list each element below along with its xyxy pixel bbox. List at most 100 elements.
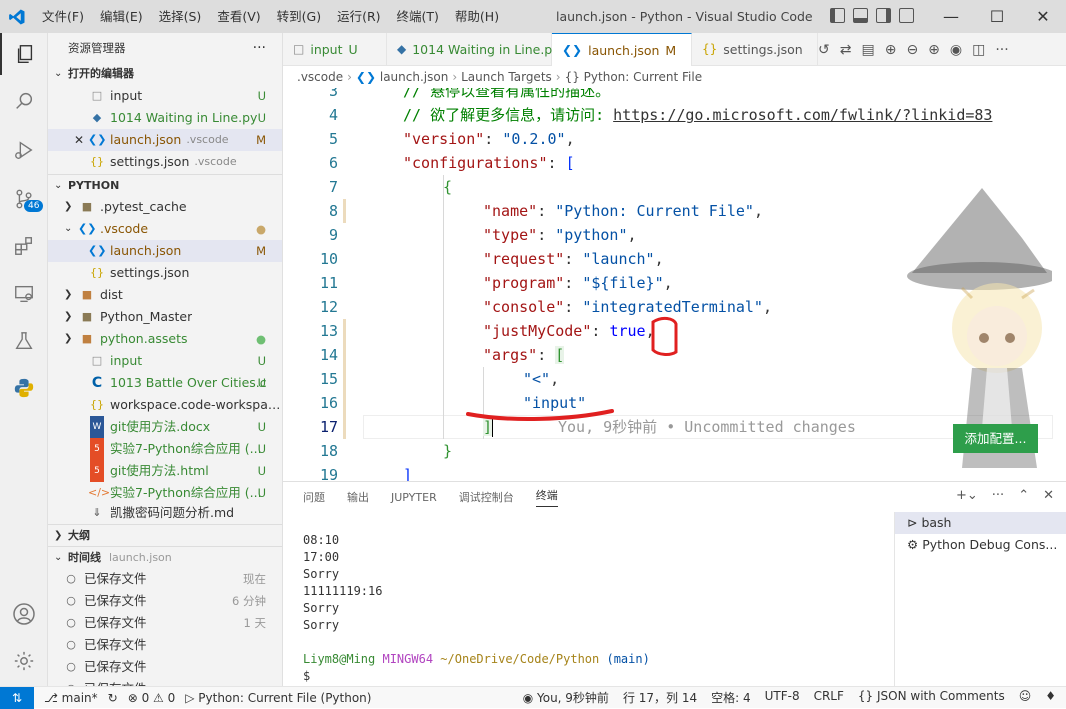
customize-layout-icon[interactable] — [899, 8, 914, 23]
git-commit-icon[interactable]: ⊕ — [928, 42, 940, 58]
more-panel-actions-icon[interactable]: ··· — [992, 488, 1004, 503]
timeline-header[interactable]: ⌄ 时间线 launch.json — [48, 546, 282, 568]
timeline-item[interactable]: ○ 已保存文件 1 天 — [48, 612, 282, 634]
problems-status[interactable]: ⊗ 0 ⚠ 0 — [128, 691, 176, 705]
tree-item[interactable]: ❯ ■ dist — [48, 284, 282, 306]
tree-item[interactable]: ❯ ■ python.assets ● — [48, 328, 282, 350]
open-editor-item[interactable]: ◆ 1014 Waiting in Line.py U — [48, 107, 282, 129]
add-configuration-button[interactable]: 添加配置... — [953, 424, 1038, 453]
minimize-button[interactable]: — — [928, 0, 974, 33]
tree-item[interactable]: ⇓ 凯撒密码问题分析.md — [48, 504, 282, 522]
tree-item[interactable]: </> 实验7-Python综合应用 (... U — [48, 482, 282, 504]
tab-output[interactable]: 输出 — [347, 489, 369, 505]
close-icon[interactable]: ✕ — [74, 129, 88, 151]
timeline-item[interactable]: ○ 已保存文件 — [48, 678, 282, 686]
end-of-line[interactable]: CRLF — [814, 689, 844, 706]
terminal-item-bash[interactable]: ⊳ bash — [895, 512, 1066, 534]
extensions-icon[interactable] — [0, 225, 48, 267]
tree-item[interactable]: {} workspace.code-workspace — [48, 394, 282, 416]
tab-input[interactable]: □ input U — [283, 33, 387, 66]
tab-launch-json[interactable]: ❮❯ launch.json M — [552, 33, 692, 66]
more-editor-actions-icon[interactable]: ··· — [995, 42, 1008, 58]
project-folder-header[interactable]: ⌄ PYTHON — [48, 174, 282, 196]
tree-item[interactable]: {} settings.json — [48, 262, 282, 284]
source-control-icon[interactable]: 46 — [0, 178, 48, 220]
debug-icon[interactable]: ◉ — [950, 42, 962, 58]
notifications-bell-icon[interactable]: ♦ — [1045, 689, 1056, 706]
code-link[interactable]: https://go.microsoft.com/fwlink/?linkid=… — [613, 106, 992, 124]
testing-icon[interactable] — [0, 320, 48, 362]
settings-gear-icon[interactable] — [0, 640, 48, 682]
open-editors-header[interactable]: ⌄ 打开的编辑器 — [48, 63, 282, 85]
close-window-button[interactable]: ✕ — [1020, 0, 1066, 33]
run-debug-icon[interactable] — [0, 129, 48, 171]
tree-item[interactable]: ⌄ ❮❯ .vscode ● — [48, 218, 282, 240]
search-icon[interactable] — [0, 80, 48, 122]
open-changes-icon[interactable]: ▤ — [861, 42, 874, 58]
tree-item[interactable]: ❯ ■ Python_Master — [48, 306, 282, 328]
open-editor-item[interactable]: {} settings.json .vscode — [48, 151, 282, 173]
terminal-output[interactable]: 08:10 17:00 Sorry 11111119:16 Sorry Sorry Liy… — [303, 532, 650, 685]
tab-settings-json[interactable]: {} settings.json — [692, 33, 818, 66]
cursor-position[interactable]: 行 17，列 14 — [623, 689, 697, 706]
tree-item[interactable]: W git使用方法.docx U — [48, 416, 282, 438]
timeline-item[interactable]: ○ 已保存文件 — [48, 656, 282, 678]
timeline-item[interactable]: ○ 已保存文件 现在 — [48, 568, 282, 590]
outline-header[interactable]: ❯ 大纲 — [48, 524, 282, 546]
timeline-item[interactable]: ○ 已保存文件 — [48, 634, 282, 656]
terminal-item-python-debug[interactable]: ⚙ Python Debug Cons... — [895, 534, 1066, 556]
tree-item[interactable]: ❯ ■ .pytest_cache — [48, 196, 282, 218]
remote-indicator-icon[interactable]: ⇅ — [0, 686, 34, 709]
remote-explorer-icon[interactable] — [0, 273, 48, 315]
account-icon[interactable] — [0, 593, 48, 635]
encoding[interactable]: UTF-8 — [765, 689, 800, 706]
tree-item-selected[interactable]: ❮❯ launch.json M — [48, 240, 282, 262]
python-icon[interactable] — [0, 367, 48, 409]
tree-item[interactable]: □ input U — [48, 350, 282, 372]
sync-icon[interactable]: ↻ — [108, 691, 118, 705]
close-panel-icon[interactable]: ✕ — [1043, 488, 1054, 503]
debug-target-status[interactable]: ▷ Python: Current File (Python) — [185, 691, 371, 705]
toggle-panel-icon[interactable] — [853, 8, 868, 23]
language-mode[interactable]: {} JSON with Comments — [858, 689, 1005, 706]
timeline-history-icon[interactable]: ↺ — [818, 42, 830, 58]
breadcrumb-item[interactable]: .vscode — [297, 70, 343, 84]
menu-terminal[interactable]: 终端(T) — [389, 0, 447, 33]
maximize-panel-icon[interactable]: ⌃ — [1018, 488, 1029, 503]
blame-status[interactable]: ◉ You, 9秒钟前 — [523, 689, 609, 706]
branch-status[interactable]: ⎇ main* — [44, 691, 98, 705]
tab-terminal[interactable]: 终端 — [535, 487, 558, 507]
tree-item[interactable]: 5 git使用方法.html U — [48, 460, 282, 482]
toggle-secondary-sidebar-icon[interactable] — [876, 8, 891, 23]
menu-go[interactable]: 转到(G) — [269, 0, 329, 33]
breadcrumb-item[interactable]: launch.json — [380, 70, 448, 84]
toggle-sidebar-icon[interactable] — [830, 8, 845, 23]
breadcrumb-item[interactable]: Launch Targets — [461, 70, 552, 84]
menu-edit[interactable]: 编辑(E) — [92, 0, 151, 33]
tree-item[interactable]: C 1013 Battle Over Cities.c U — [48, 372, 282, 394]
maximize-button[interactable]: ☐ — [974, 0, 1020, 33]
compare-changes-icon[interactable]: ⇄ — [840, 42, 852, 58]
tab-debug-console[interactable]: 调试控制台 — [459, 489, 514, 505]
tab-problems[interactable]: 问题 — [303, 489, 325, 505]
go-next-change-icon[interactable]: ⊖ — [906, 42, 918, 58]
explorer-icon[interactable] — [0, 33, 48, 75]
tab-waiting-in-line[interactable]: ◆ 1014 Waiting in Line.py — [387, 33, 560, 66]
tab-jupyter[interactable]: JUPYTER — [391, 491, 437, 504]
menu-help[interactable]: 帮助(H) — [447, 0, 507, 33]
menu-view[interactable]: 查看(V) — [209, 0, 268, 33]
code-editor[interactable]: 3 4 5 6 7 8 9 10 11 12 13 14 15 16 17 18… — [283, 88, 1066, 481]
menu-file[interactable]: 文件(F) — [34, 0, 92, 33]
feedback-icon[interactable]: ☺ — [1019, 689, 1032, 706]
menu-run[interactable]: 运行(R) — [329, 0, 388, 33]
breadcrumb-item[interactable]: {} Python: Current File — [565, 70, 703, 84]
menu-selection[interactable]: 选择(S) — [151, 0, 210, 33]
new-terminal-icon[interactable]: +⌄ — [956, 488, 978, 503]
split-editor-icon[interactable]: ◫ — [972, 42, 985, 58]
tree-item[interactable]: 5 实验7-Python综合应用 (... U — [48, 438, 282, 460]
timeline-item[interactable]: ○ 已保存文件 6 分钟 — [48, 590, 282, 612]
go-prev-change-icon[interactable]: ⊕ — [885, 42, 897, 58]
open-editor-item-active[interactable]: ✕ ❮❯ launch.json .vscode M — [48, 129, 282, 151]
more-actions-button[interactable]: ··· — [253, 33, 266, 63]
open-editor-item[interactable]: □ input U — [48, 85, 282, 107]
